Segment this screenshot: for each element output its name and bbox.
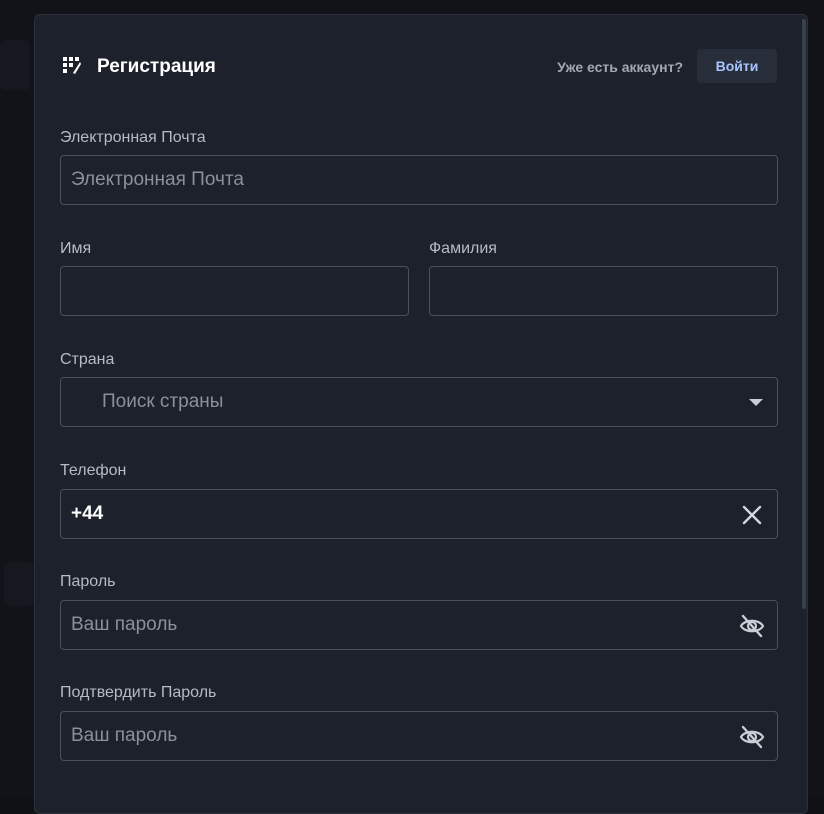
country-select: [60, 377, 778, 427]
backdrop-shape: [0, 40, 30, 90]
eye-off-icon[interactable]: [739, 613, 765, 639]
password-field[interactable]: [61, 601, 777, 649]
country-label: Страна: [60, 351, 115, 368]
email-field[interactable]: [61, 156, 777, 204]
email-label: Электронная Почта: [60, 129, 206, 146]
email-field-box: [60, 155, 778, 205]
registration-modal: Регистрация Уже есть аккаунт? Войти Элек…: [34, 14, 808, 814]
logo-icon: [63, 57, 81, 74]
first-name-box: [60, 266, 409, 316]
last-name-box: [429, 266, 778, 316]
chevron-down-icon[interactable]: [749, 399, 763, 406]
phone-label: Телефон: [60, 462, 127, 479]
modal-header: Регистрация Уже есть аккаунт? Войти: [61, 49, 777, 85]
page-title: Регистрация: [97, 56, 216, 77]
close-icon[interactable]: [739, 502, 765, 528]
confirm-password-field[interactable]: [61, 712, 777, 760]
have-account-text: Уже есть аккаунт?: [557, 59, 683, 75]
first-name-field[interactable]: [61, 267, 408, 315]
first-name-label: Имя: [60, 240, 92, 257]
login-button[interactable]: Войти: [697, 49, 777, 83]
password-box: [60, 600, 778, 650]
eye-off-icon[interactable]: [739, 724, 765, 750]
last-name-label: Фамилия: [429, 240, 497, 257]
confirm-password-box: [60, 711, 778, 761]
scrollbar[interactable]: [802, 19, 806, 609]
last-name-field[interactable]: [430, 267, 777, 315]
backdrop-shape: [4, 562, 34, 606]
phone-box: [60, 489, 778, 539]
country-search-input[interactable]: [61, 378, 777, 426]
phone-field[interactable]: [61, 490, 777, 538]
confirm-password-label: Подтвердить Пароль: [60, 684, 217, 701]
password-label: Пароль: [60, 573, 116, 590]
